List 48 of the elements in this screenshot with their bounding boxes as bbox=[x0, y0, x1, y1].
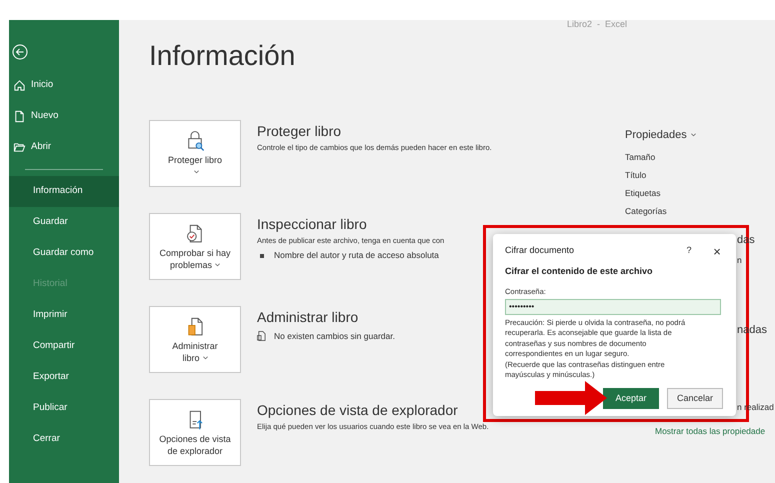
menu-button[interactable]: Opciones de vista de explorador bbox=[149, 399, 241, 466]
chevron-down-icon bbox=[202, 356, 208, 360]
document-icon bbox=[257, 331, 266, 342]
sidebar-item[interactable]: Imprimir bbox=[9, 300, 119, 331]
property-label: Etiquetas bbox=[625, 186, 662, 200]
cancel-button[interactable]: Cancelar bbox=[667, 388, 723, 409]
sidebar-item[interactable]: Nuevo bbox=[9, 101, 119, 132]
sidebar-item[interactable]: Publicar bbox=[9, 393, 119, 424]
chevron-down-icon bbox=[690, 133, 696, 138]
password-field[interactable]: ••••••••• bbox=[505, 298, 721, 315]
menu-button[interactable]: Proteger libro bbox=[149, 120, 241, 187]
sidebar-item[interactable]: Compartir bbox=[9, 331, 119, 362]
back-icon[interactable] bbox=[12, 44, 28, 60]
partial-text: n bbox=[737, 254, 742, 267]
sidebar-item[interactable]: Guardar bbox=[9, 207, 119, 238]
section-title: Opciones de vista de explorador bbox=[257, 401, 459, 419]
section-title: Proteger libro bbox=[257, 122, 342, 140]
property-label: Categorías bbox=[625, 204, 668, 218]
property-label: Título bbox=[625, 168, 648, 182]
section-title: Administrar libro bbox=[257, 308, 360, 326]
sidebar-item[interactable]: Guardar como bbox=[9, 238, 119, 269]
note-text: No existen cambios sin guardar. bbox=[274, 330, 395, 343]
sidebar-item[interactable]: Inicio bbox=[9, 70, 119, 101]
menu-button[interactable]: Comprobar si hay problemas bbox=[149, 213, 241, 280]
arrow-icon bbox=[535, 381, 607, 415]
dialog-title: Cifrar documento bbox=[505, 244, 576, 258]
bullet-text: Nombre del autor y ruta de acceso absoluta bbox=[274, 249, 439, 262]
dialog-heading: Cifrar el contenido de este archivo bbox=[505, 265, 654, 278]
property-label: Tamaño bbox=[625, 150, 656, 164]
sidebar-item[interactable]: Cerrar bbox=[9, 424, 119, 455]
folder-icon bbox=[13, 141, 26, 154]
chevron-down-icon bbox=[215, 263, 220, 268]
home-icon bbox=[13, 79, 26, 92]
accept-button[interactable]: Aceptar bbox=[603, 388, 659, 409]
sidebar-item[interactable]: Abrir bbox=[9, 132, 119, 163]
properties-title[interactable]: Propiedades bbox=[625, 127, 687, 144]
window-title: Libro2 - Excel bbox=[567, 18, 628, 31]
menu-button[interactable]: Administrar libro bbox=[149, 306, 241, 373]
show-all-properties-link[interactable]: Mostrar todas las propiedade bbox=[655, 425, 766, 438]
section-title: Inspeccionar libro bbox=[257, 215, 368, 233]
close-button[interactable]: × bbox=[710, 244, 724, 258]
help-button[interactable]: ? bbox=[682, 244, 696, 258]
document-icon bbox=[13, 110, 26, 123]
chevron-down-icon bbox=[194, 170, 199, 174]
page-title: Información bbox=[149, 42, 296, 70]
sidebar-item[interactable]: Información bbox=[9, 176, 119, 207]
sidebar-item[interactable]: Exportar bbox=[9, 362, 119, 393]
bullet-icon bbox=[260, 254, 264, 258]
